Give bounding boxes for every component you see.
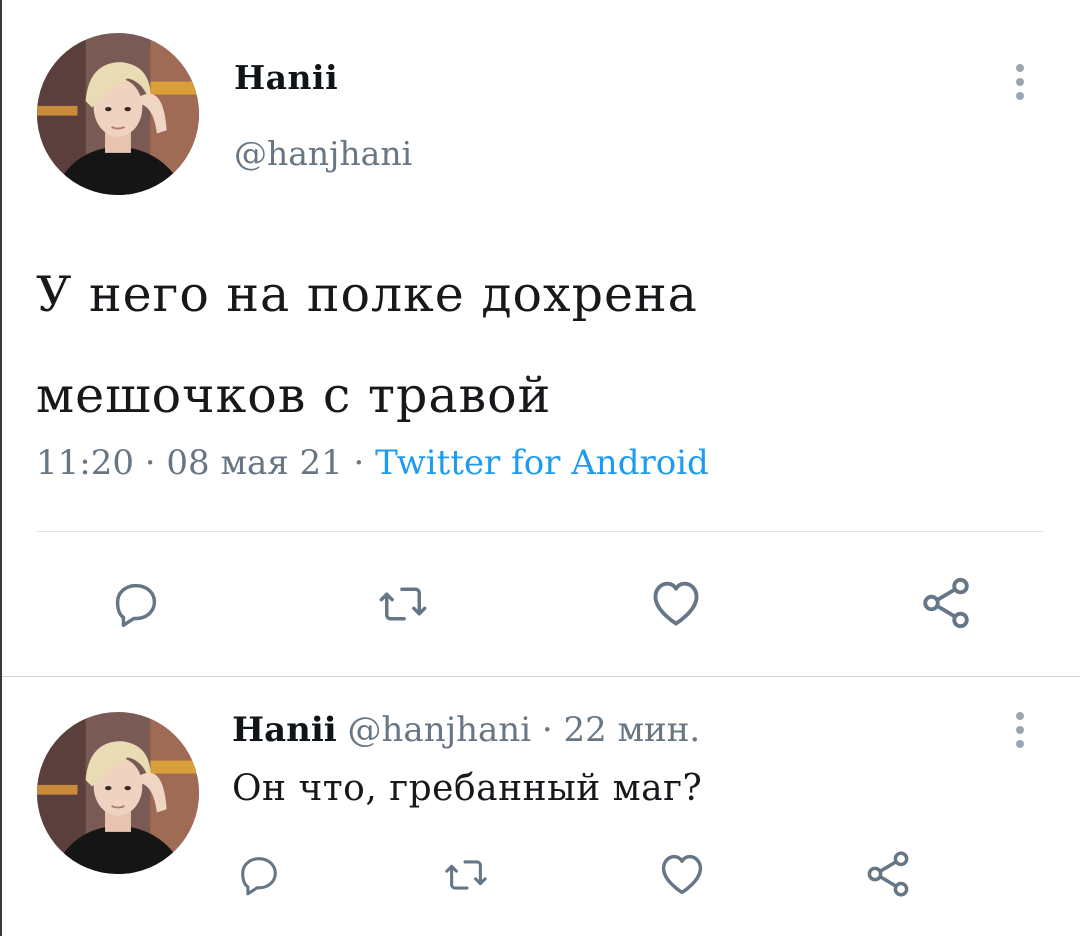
meta-separator: · bbox=[541, 710, 553, 750]
reply-author-handle[interactable]: @hanjhani bbox=[348, 710, 532, 750]
retweet-button[interactable] bbox=[372, 578, 434, 630]
like-button[interactable] bbox=[655, 848, 709, 900]
tweet-text: У него на полке дохрена мешочков с траво… bbox=[36, 244, 1036, 446]
like-icon bbox=[661, 854, 703, 895]
author-avatar[interactable] bbox=[37, 33, 199, 195]
tweet-text-line: У него на полке дохрена bbox=[36, 266, 698, 323]
retweet-icon bbox=[379, 587, 427, 621]
retweet-icon bbox=[445, 860, 487, 890]
tweet-source-link[interactable]: Twitter for Android bbox=[375, 443, 709, 483]
retweet-button[interactable] bbox=[440, 852, 492, 898]
tweet-date: 08 мая 21 bbox=[166, 443, 343, 483]
share-button[interactable] bbox=[862, 848, 914, 900]
reply-age: 22 мин. bbox=[563, 710, 701, 750]
reply-button[interactable] bbox=[107, 578, 165, 630]
tweet-text-line: мешочков с травой bbox=[36, 367, 552, 424]
reply-text: Он что, гребанный маг? bbox=[232, 768, 703, 809]
reply-icon bbox=[241, 857, 277, 896]
tweet-time: 11:20 bbox=[36, 443, 134, 483]
meta-separator: · bbox=[353, 443, 365, 483]
like-button[interactable] bbox=[645, 574, 707, 632]
reply-header: Hanii @hanjhani · 22 мин. bbox=[232, 710, 700, 750]
author-name[interactable]: Hanii bbox=[234, 58, 338, 97]
reply-author-name[interactable]: Hanii bbox=[232, 710, 337, 750]
more-vertical-icon[interactable] bbox=[1008, 60, 1032, 104]
window-edge bbox=[0, 0, 2, 936]
share-button[interactable] bbox=[916, 574, 976, 632]
avatar-image bbox=[37, 712, 199, 874]
avatar-image bbox=[37, 33, 199, 195]
share-icon bbox=[923, 577, 969, 629]
meta-separator: · bbox=[144, 443, 156, 483]
more-vertical-icon[interactable] bbox=[1008, 708, 1032, 752]
reply-author-avatar[interactable] bbox=[37, 712, 199, 874]
tweet-meta: 11:20 · 08 мая 21 · Twitter for Android bbox=[36, 443, 709, 483]
reply-icon bbox=[115, 583, 157, 627]
divider bbox=[2, 676, 1080, 677]
share-icon bbox=[867, 851, 909, 897]
author-handle[interactable]: @hanjhani bbox=[234, 134, 412, 173]
like-icon bbox=[653, 581, 699, 626]
divider bbox=[36, 531, 1044, 532]
reply-button[interactable] bbox=[234, 852, 284, 898]
